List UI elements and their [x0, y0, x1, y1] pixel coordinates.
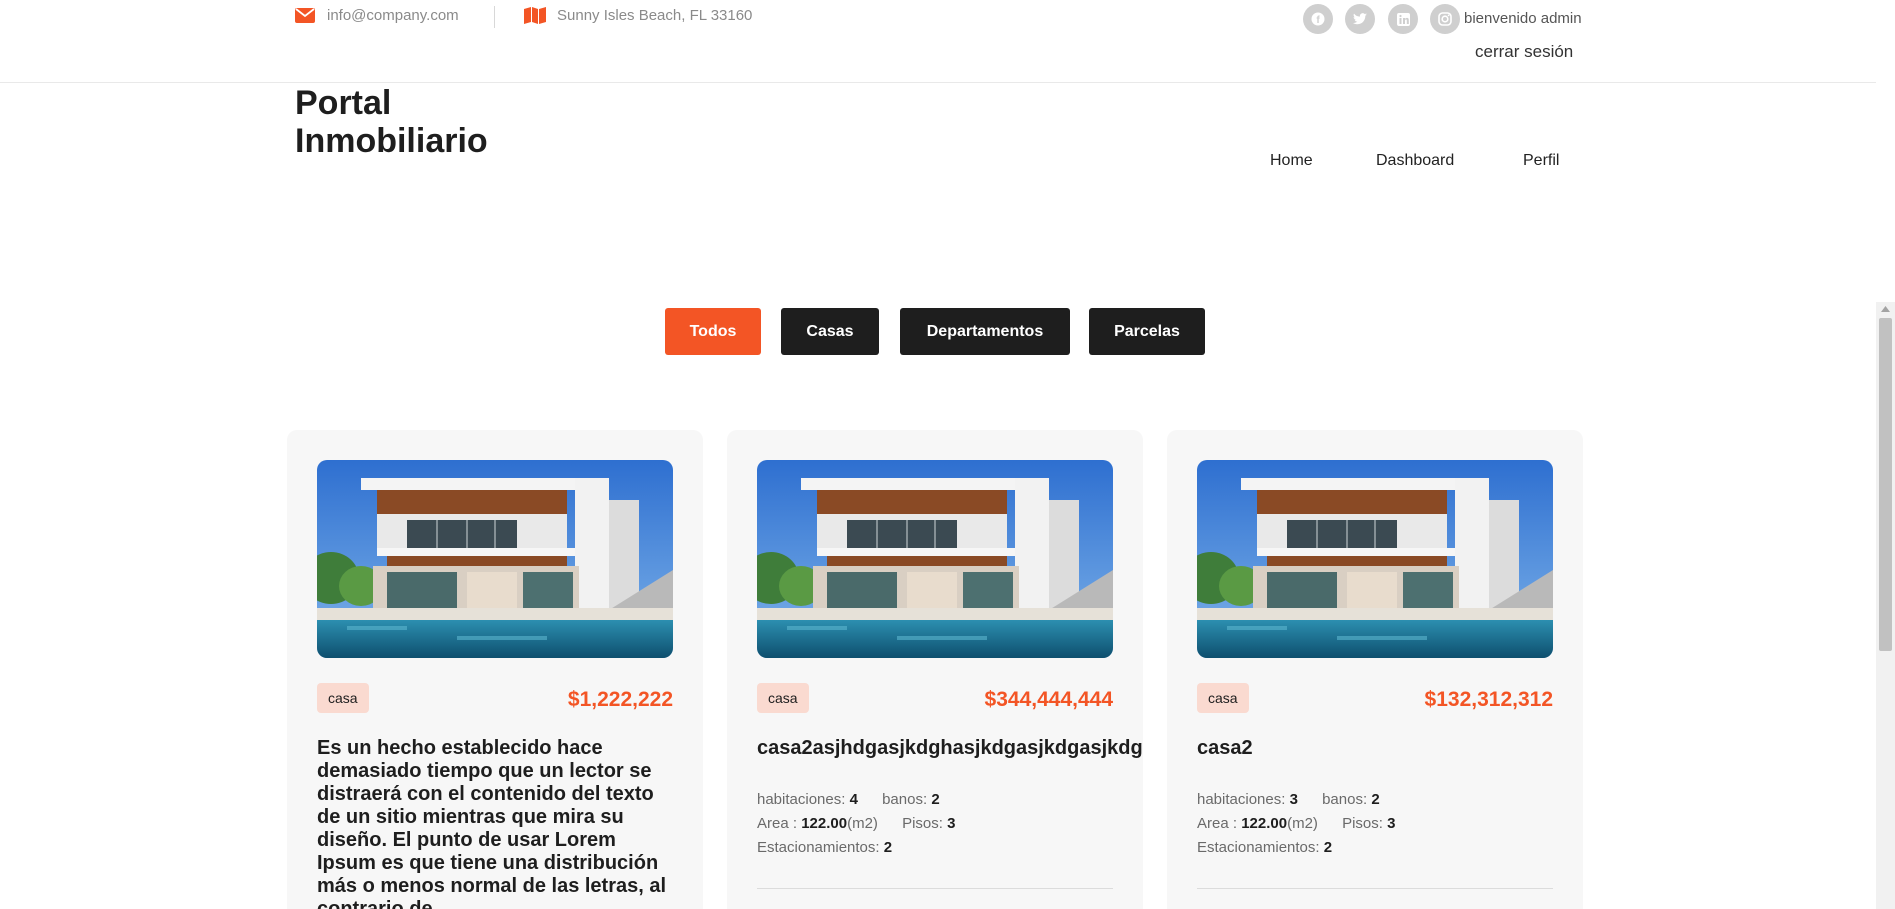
- floors-value: 3: [1387, 815, 1396, 832]
- property-photo[interactable]: [317, 460, 673, 658]
- floors-label: Pisos:: [1342, 815, 1383, 832]
- welcome-text: bienvenido admin: [1464, 10, 1582, 27]
- area-label: Area :: [757, 815, 798, 832]
- email-text: info@company.com: [327, 6, 459, 24]
- filter-departamentos-button[interactable]: Departamentos: [900, 308, 1070, 355]
- bedrooms-value: 4: [849, 791, 858, 808]
- floors-label: Pisos:: [902, 815, 943, 832]
- bedrooms-label: habitaciones:: [757, 791, 846, 808]
- parking-value: 2: [1323, 839, 1333, 856]
- card-divider: [1197, 888, 1553, 889]
- parking-label: Estacionamientos:: [1197, 839, 1320, 856]
- scrollbar-thumb[interactable]: [1879, 318, 1892, 651]
- bathrooms-label: banos:: [1322, 791, 1368, 808]
- nav-dashboard[interactable]: Dashboard: [1376, 152, 1454, 170]
- property-title[interactable]: casa2asjhdgasjkdghasjkdgasjkdgasjkdgasjk…: [757, 737, 1143, 760]
- map-icon: [524, 6, 546, 24]
- linkedin-icon[interactable]: [1388, 4, 1418, 34]
- property-card[interactable]: casa $1,222,222 Es un hecho establecido …: [287, 430, 703, 909]
- brand-logo[interactable]: Portal Inmobiliario: [295, 84, 555, 160]
- logout-link[interactable]: cerrar sesión: [1475, 42, 1573, 62]
- parking-value: 2: [883, 839, 893, 856]
- property-price: $344,444,444: [984, 688, 1113, 711]
- filter-parcelas-button[interactable]: Parcelas: [1089, 308, 1205, 355]
- property-price: $132,312,312: [1424, 688, 1553, 711]
- property-card[interactable]: casa $344,444,444 casa2asjhdgasjkdghasjk…: [727, 430, 1143, 909]
- property-photo[interactable]: [1197, 460, 1553, 658]
- area-unit: (m2): [1287, 815, 1318, 832]
- property-type-badge: casa: [317, 683, 369, 713]
- property-title[interactable]: casa2: [1197, 737, 1557, 760]
- bathrooms-value: 2: [931, 791, 940, 808]
- contact-divider: [494, 6, 495, 28]
- bedrooms-label: habitaciones:: [1197, 791, 1286, 808]
- scrollbar[interactable]: [1876, 302, 1895, 909]
- top-bar: info@company.com Sunny Isles Beach, FL 3…: [0, 0, 1876, 83]
- nav-home[interactable]: Home: [1270, 152, 1313, 170]
- contact-address: Sunny Isles Beach, FL 33160: [524, 6, 752, 24]
- area-value: 122.00: [801, 815, 848, 832]
- property-specs: habitaciones: 3 banos: 2 Area : 122.00(m…: [1197, 788, 1395, 860]
- property-type-badge: casa: [1197, 683, 1249, 713]
- area-unit: (m2): [847, 815, 878, 832]
- parking-label: Estacionamientos:: [757, 839, 880, 856]
- facebook-icon[interactable]: f: [1303, 4, 1333, 34]
- twitter-icon[interactable]: [1345, 4, 1375, 34]
- address-text: Sunny Isles Beach, FL 33160: [557, 6, 753, 24]
- bedrooms-value: 3: [1289, 791, 1298, 808]
- instagram-icon[interactable]: [1430, 4, 1460, 34]
- property-type-badge: casa: [757, 683, 809, 713]
- area-value: 122.00: [1241, 815, 1288, 832]
- envelope-icon: [294, 6, 316, 24]
- property-card[interactable]: casa $132,312,312 casa2 habitaciones: 3 …: [1167, 430, 1583, 909]
- floors-value: 3: [947, 815, 956, 832]
- property-title[interactable]: Es un hecho establecido hace demasiado t…: [317, 737, 673, 909]
- contact-email[interactable]: info@company.com: [294, 6, 459, 24]
- area-label: Area :: [1197, 815, 1238, 832]
- nav-perfil[interactable]: Perfil: [1523, 152, 1559, 170]
- bathrooms-value: 2: [1371, 791, 1380, 808]
- property-price: $1,222,222: [567, 688, 673, 711]
- bathrooms-label: banos:: [882, 791, 928, 808]
- scroll-up-icon[interactable]: [1876, 302, 1895, 316]
- card-divider: [757, 888, 1113, 889]
- filter-casas-button[interactable]: Casas: [781, 308, 879, 355]
- property-specs: habitaciones: 4 banos: 2 Area : 122.00(m…: [757, 788, 955, 860]
- property-photo[interactable]: [757, 460, 1113, 658]
- filter-todos-button[interactable]: Todos: [665, 308, 761, 355]
